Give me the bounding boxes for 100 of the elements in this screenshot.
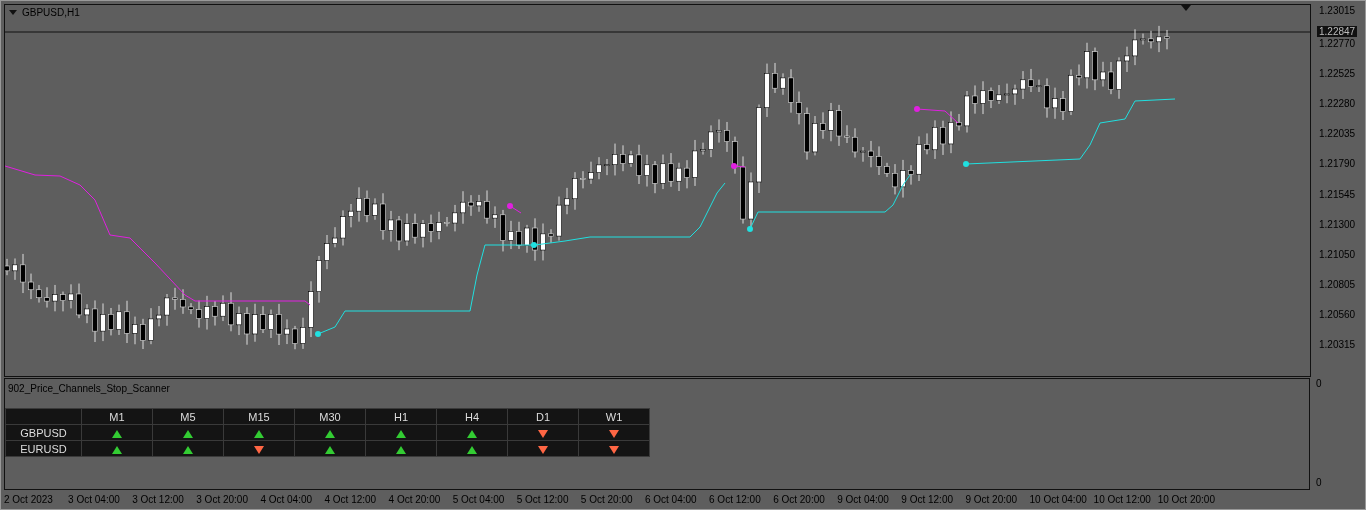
shift-marker-icon[interactable] [1181,5,1191,11]
time-label: 3 Oct 12:00 [132,494,185,505]
candlestick [468,194,474,217]
candlestick [68,283,74,309]
candlestick [900,159,906,199]
time-label: 2 Oct 2023 [4,494,54,505]
candlestick [420,219,426,248]
candlestick [612,143,618,176]
candlestick [260,305,266,334]
time-label: 5 Oct 20:00 [580,494,634,505]
candlestick [196,300,202,329]
candlestick [924,132,930,155]
price-label: 1.21300 [1319,218,1356,230]
candlestick [388,210,394,243]
candlestick [428,214,434,243]
indicator-title: 902_Price_Channels_Stop_Scanner [8,383,170,394]
candlestick [476,194,482,213]
candlestick [220,294,226,322]
indicator-axis-label: 0 [1316,378,1323,389]
candlestick [804,107,810,161]
time-label: 10 Oct 12:00 [1093,494,1152,505]
candlestick [564,187,570,215]
time-label: 4 Oct 04:00 [260,494,314,505]
candlestick [596,156,602,180]
candlestick [316,255,322,304]
candlestick [1084,42,1090,89]
price-label: 1.22280 [1319,98,1356,110]
candlestick [292,325,298,350]
candlestick [780,72,786,96]
candlestick [76,283,82,319]
candlestick [500,209,506,252]
candlestick [20,253,26,294]
candlestick [660,154,666,190]
candlestick [396,215,402,251]
candlestick [908,164,914,186]
price-label: 1.23015 [1319,5,1356,16]
price-label: 1.20560 [1319,308,1356,320]
stop-dot [747,226,753,232]
candlestick [852,127,858,159]
candlestick [212,300,218,327]
candlestick [412,213,418,245]
candlestick [508,220,514,250]
candlestick [204,295,210,331]
candlestick [988,87,994,109]
dropdown-icon[interactable] [9,10,17,15]
candlestick [724,121,730,153]
candlestick [580,170,586,189]
candlestick [524,224,530,254]
candlestick [132,316,138,345]
stop-dot [315,331,321,337]
candlestick [1148,30,1154,49]
candlestick [12,257,18,281]
candlestick [948,110,954,154]
candlestick [492,205,498,229]
candlestick [772,62,778,94]
candlestick [244,306,250,346]
candlestick [588,161,594,185]
price-label: 1.22770 [1319,38,1356,49]
candlestick [1092,47,1098,91]
candlestick [172,287,178,311]
candlestick [108,307,114,336]
indicator-axis-label: 0 [1316,477,1323,488]
candlestick [740,155,746,225]
candlestick [540,223,546,261]
candlestick [268,309,274,339]
stop-dot [531,242,537,248]
candlestick [956,113,962,132]
candlestick [836,104,842,147]
candlestick [916,135,922,182]
column-header: W1 [578,408,650,425]
stop-dot [507,203,513,209]
time-label: 4 Oct 20:00 [388,494,442,505]
candlestick [1060,90,1066,121]
candlestick [796,91,802,125]
candlestick [92,299,98,343]
column-header: M15 [223,408,295,425]
candlestick [188,302,194,315]
candlestick [100,302,106,342]
candlestick [1052,87,1058,120]
candlestick [708,124,714,158]
candlestick [692,139,698,187]
candlestick [372,197,378,221]
symbol-label: GBPUSD [5,424,82,441]
candlestick [276,303,282,346]
candlestick [300,317,306,350]
candlestick [1068,68,1074,116]
candlestick [5,258,10,276]
column-header: H4 [436,408,508,425]
candlestick [1044,77,1050,119]
candlestick [652,160,658,194]
current-price-tag: 1.22847 [1317,26,1358,37]
candlestick [1108,61,1114,95]
candlestick [996,84,1002,105]
candlestick [828,102,834,142]
candlestick [1124,46,1130,73]
candlestick [452,204,458,232]
candlestick [628,150,634,168]
candlestick [140,318,146,350]
chart-title: GBPUSD,H1 [22,7,80,18]
candlestick [252,303,258,343]
